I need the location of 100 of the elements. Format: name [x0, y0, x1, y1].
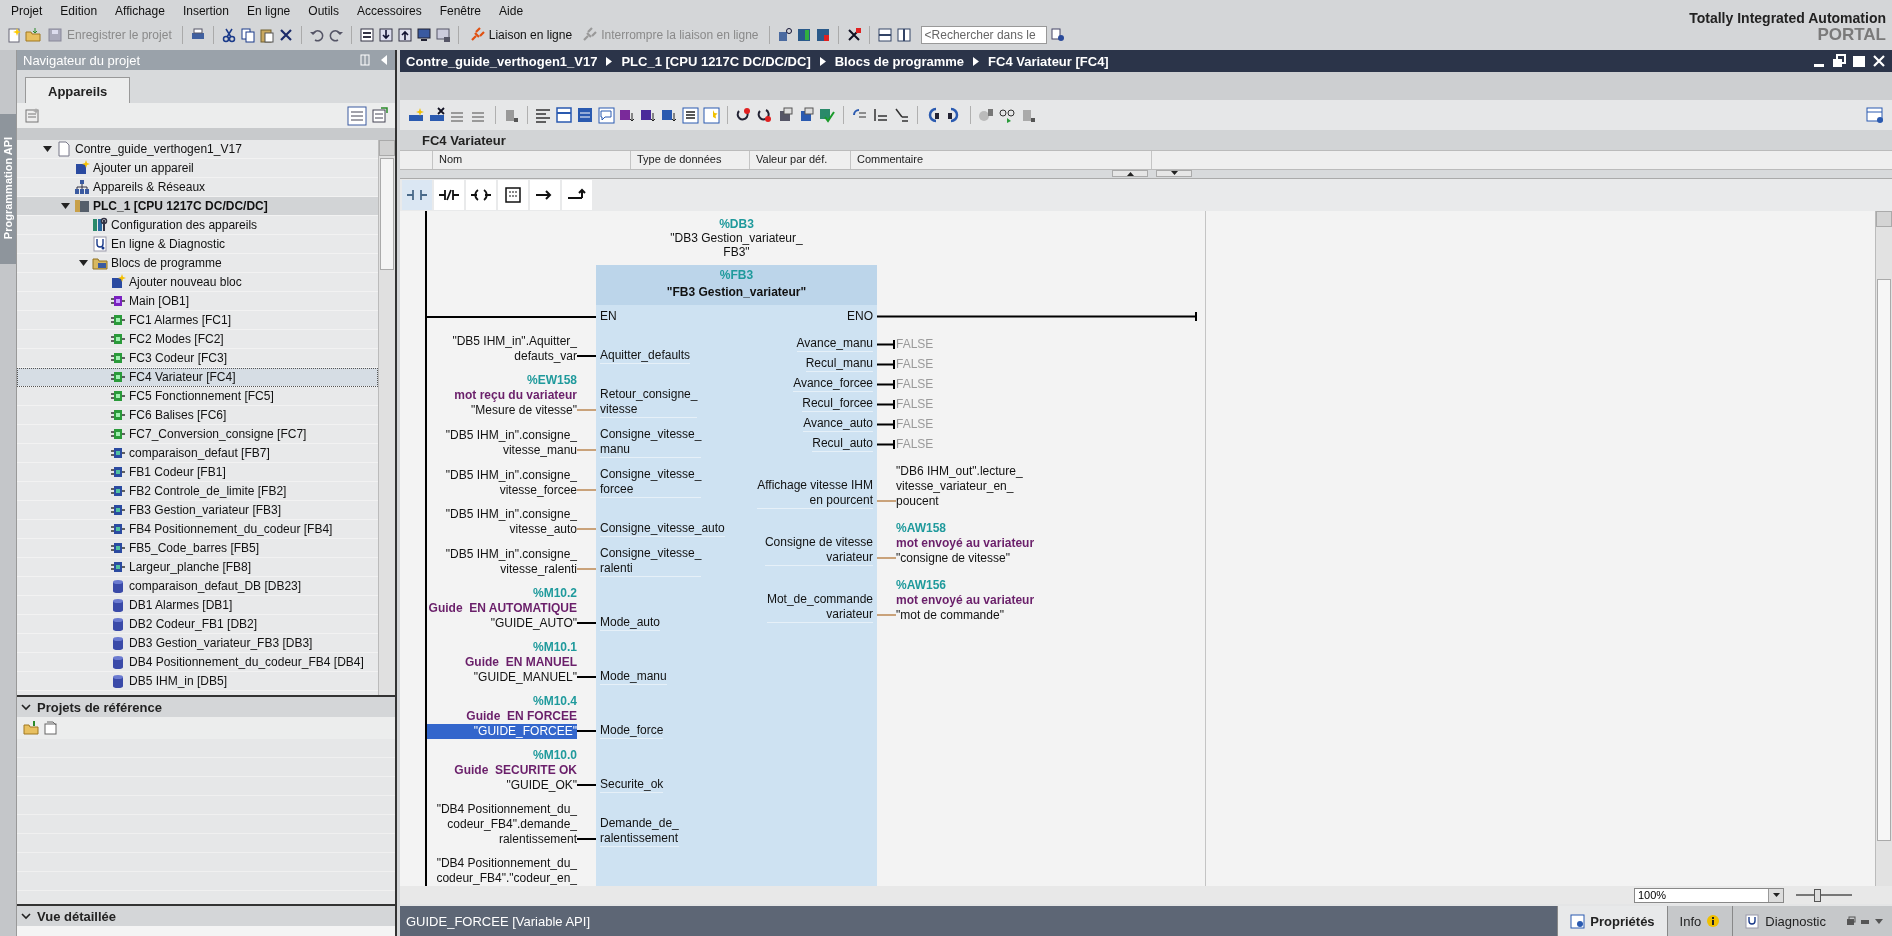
- tree-item[interactable]: Largeur_planche [FB8]: [17, 558, 378, 577]
- column-header[interactable]: Commentaire: [851, 151, 1152, 169]
- tree-item[interactable]: Ajouter nouveau bloc: [17, 273, 378, 292]
- caret-icon[interactable]: [1874, 916, 1884, 926]
- start-cpu-icon[interactable]: [795, 26, 812, 43]
- breadcrumb-item[interactable]: PLC_1 [CPU 1217C DC/DC/DC]: [621, 53, 811, 69]
- tree-item[interactable]: FC2 Modes [FC2]: [17, 330, 378, 349]
- delete-network-icon[interactable]: [429, 106, 446, 124]
- copy-icon[interactable]: [239, 26, 256, 43]
- branch-icon[interactable]: [893, 106, 910, 124]
- monitor-icon[interactable]: [415, 26, 432, 43]
- column-header[interactable]: Type de données: [631, 151, 750, 169]
- splitter-down-button[interactable]: [1156, 170, 1192, 177]
- collapse-arrow-icon[interactable]: [379, 54, 389, 66]
- go-online-button[interactable]: Liaison en ligne: [465, 26, 576, 43]
- tree-item[interactable]: DB2 Codeur_FB1 [DB2]: [17, 615, 378, 634]
- tree-item[interactable]: FB1 Codeur [FB1]: [17, 463, 378, 482]
- download-icon[interactable]: [377, 26, 394, 43]
- tree-item[interactable]: Contre_guide_verthogen1_V17: [17, 140, 378, 159]
- table-refresh-icon[interactable]: [371, 105, 389, 124]
- menu-item[interactable]: Projet: [2, 3, 52, 18]
- column-header[interactable]: Valeur par déf.: [750, 151, 851, 169]
- delete-icon[interactable]: [277, 26, 294, 43]
- close-project-icon[interactable]: [43, 720, 59, 736]
- menu-item[interactable]: Fenêtre: [430, 3, 491, 18]
- section-title[interactable]: Projets de référence: [37, 699, 162, 715]
- operand-symbol[interactable]: "DB5 IHM_in".Aquitter_ defauts_var: [452, 334, 577, 364]
- compile-icon[interactable]: [358, 26, 375, 43]
- operand-symbol[interactable]: "DB5 IHM_in".consigne_ vitesse_manu: [445, 428, 577, 458]
- paste-icon[interactable]: [258, 26, 275, 43]
- split-vertical-icon[interactable]: [895, 26, 912, 43]
- tree-item[interactable]: FB4 Positionnement_du_codeur [FB4]: [17, 520, 378, 539]
- check-icon[interactable]: [819, 106, 836, 124]
- operand-symbol[interactable]: "DB4 Positionnement_du_ codeur_FB4".demande_ ralentissement: [436, 802, 577, 847]
- search-list-icon[interactable]: [1049, 26, 1066, 43]
- menu-item[interactable]: Accessoires: [348, 3, 431, 18]
- tree-item[interactable]: FC4 Variateur [FC4]: [17, 368, 378, 387]
- menu-item[interactable]: En ligne: [237, 3, 300, 18]
- accessible-devices-icon[interactable]: [776, 26, 793, 43]
- menu-item[interactable]: Edition: [51, 3, 107, 18]
- monitor-block-icon[interactable]: [798, 106, 815, 124]
- panel-tab[interactable]: Info: [1666, 906, 1733, 936]
- coil-icon[interactable]: [470, 187, 492, 203]
- new-project-icon[interactable]: [6, 26, 22, 43]
- panel-tab[interactable]: Diagnostic: [1732, 906, 1838, 936]
- tree-item[interactable]: En ligne & Diagnostic: [17, 235, 378, 254]
- tree-item[interactable]: PLC_1 [CPU 1217C DC/DC/DC]: [17, 197, 378, 216]
- align-left-icon[interactable]: [535, 106, 552, 124]
- tree-item[interactable]: Main [OB1]: [17, 292, 378, 311]
- operand-symbol[interactable]: "Mesure de vitesse": [471, 403, 577, 418]
- menu-item[interactable]: Outils: [299, 3, 348, 18]
- breadcrumb-item[interactable]: Blocs de programme: [834, 53, 965, 69]
- tree-item[interactable]: FC1 Alarmes [FC1]: [17, 311, 378, 330]
- operand-symbol[interactable]: "DB4 Positionnement_du_ codeur_FB4"."codeur_en_: [436, 856, 577, 886]
- split-horizontal-icon[interactable]: [876, 26, 893, 43]
- zoom-dropdown[interactable]: 100%: [1634, 887, 1784, 903]
- cut-icon[interactable]: [220, 26, 237, 43]
- menu-item[interactable]: Aide: [490, 3, 533, 18]
- operand-symbol[interactable]: "GUIDE_FORCEE": [427, 724, 577, 739]
- operand-symbol[interactable]: "GUIDE_OK": [506, 778, 577, 793]
- restore-icon[interactable]: [1832, 54, 1846, 68]
- tree-item[interactable]: Ajouter un appareil: [17, 159, 378, 178]
- glasses-icon[interactable]: [999, 106, 1016, 124]
- operand-symbol[interactable]: "consigne de vitesse": [896, 551, 1010, 566]
- splitter-up-button[interactable]: [1112, 170, 1148, 177]
- breadcrumb-item[interactable]: Contre_guide_verthogen1_V17: [406, 53, 598, 69]
- operand-symbol[interactable]: "DB6 IHM_out".lecture_ vitesse_variateur_en_ poucent: [896, 464, 1023, 509]
- tree-item[interactable]: DB1 Alarmes [DB1]: [17, 596, 378, 615]
- empty-box-icon[interactable]: [502, 187, 524, 203]
- tree-item[interactable]: FB3 Gestion_variateur [FB3]: [17, 501, 378, 520]
- expanded-arrow-icon[interactable]: [78, 258, 88, 268]
- section-title[interactable]: Vue détaillée: [37, 908, 116, 924]
- open-project-icon[interactable]: [23, 720, 39, 736]
- operand-symbol[interactable]: "DB5 IHM_in".consigne_ vitesse_ralenti: [445, 547, 577, 577]
- cross-icon[interactable]: [845, 26, 862, 43]
- scrollbar[interactable]: [378, 140, 395, 695]
- monitor-block-icon[interactable]: [777, 106, 794, 124]
- negated-contact-icon[interactable]: [438, 187, 460, 203]
- menu-item[interactable]: Affichage: [106, 3, 174, 18]
- tree-item[interactable]: comparaison_defaut_DB [DB23]: [17, 577, 378, 596]
- tree-item[interactable]: DB3 Gestion_variateur_FB3 [DB3]: [17, 634, 378, 653]
- tree-item[interactable]: FB5_Code_barres [FB5]: [17, 539, 378, 558]
- expanded-chevron-icon[interactable]: [21, 911, 31, 921]
- operand-symbol[interactable]: "GUIDE_AUTO": [490, 616, 577, 631]
- stop-cpu-icon[interactable]: [814, 26, 831, 43]
- expanded-chevron-icon[interactable]: [21, 702, 31, 712]
- operand-symbol[interactable]: "GUIDE_MANUEL": [473, 670, 577, 685]
- column-header[interactable]: Nom: [433, 151, 631, 169]
- panel-filled-icon[interactable]: [577, 106, 594, 124]
- tree-item[interactable]: Configuration des appareils: [17, 216, 378, 235]
- tree-item[interactable]: comparaison_defaut [FB7]: [17, 444, 378, 463]
- tree-item[interactable]: FC6 Balises [FC6]: [17, 406, 378, 425]
- panel-tab[interactable]: Appareils: [25, 77, 131, 103]
- menu-item[interactable]: Insertion: [173, 3, 238, 18]
- zoom-slider-thumb[interactable]: [1813, 889, 1821, 902]
- branch-icon[interactable]: [872, 106, 889, 124]
- operand-symbol[interactable]: "DB5 IHM_in".consigne_ vitesse_forcee: [445, 468, 577, 498]
- tree-item[interactable]: FC7_Conversion_consigne [FC7]: [17, 425, 378, 444]
- insert-network-icon[interactable]: [408, 106, 425, 124]
- tree-item[interactable]: FC5 Fonctionnement [FC5]: [17, 387, 378, 406]
